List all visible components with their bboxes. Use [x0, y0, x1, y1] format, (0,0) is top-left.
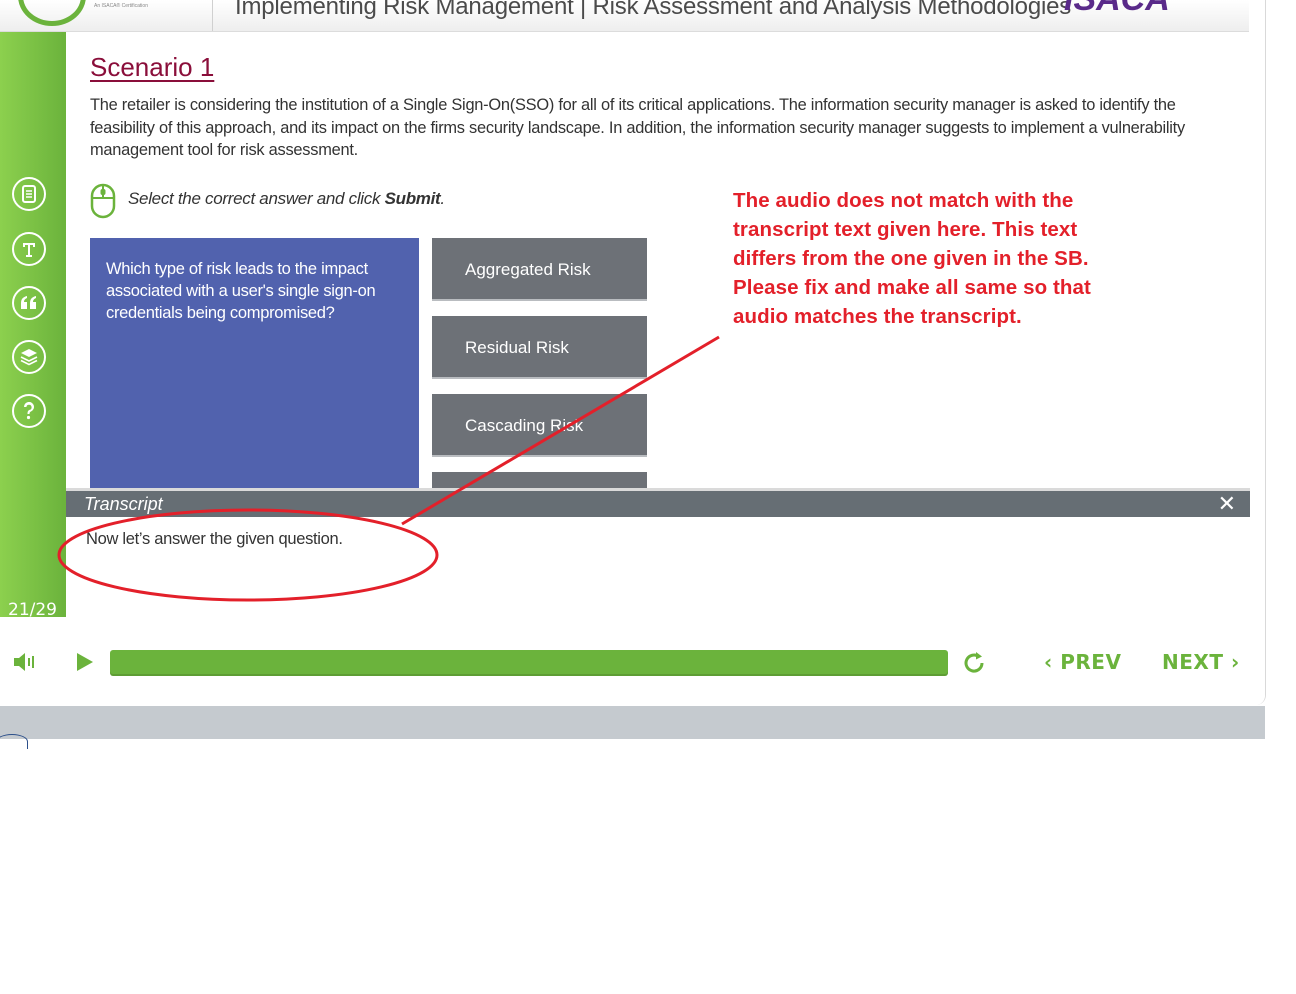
course-title: Implementing Risk Management | Risk Asse…: [235, 0, 1072, 20]
transcript-title: Transcript: [84, 494, 163, 514]
logo-subtext: An ISACA® Certification: [94, 3, 148, 9]
next-button[interactable]: NEXT ›: [1162, 650, 1240, 674]
chevron-right-icon: ›: [1230, 650, 1240, 674]
quote-icon[interactable]: [12, 286, 46, 320]
play-icon[interactable]: [75, 652, 95, 677]
prev-label: PREV: [1060, 650, 1122, 674]
help-icon[interactable]: [12, 394, 46, 428]
instruction-action: Submit: [384, 189, 441, 208]
question-card: Which type of risk leads to the impact a…: [90, 238, 419, 490]
instruction-text: Select the correct answer and click Subm…: [128, 189, 445, 209]
volume-icon[interactable]: [12, 651, 36, 678]
course-player: An ISACA® Certification Implementing Ris…: [0, 0, 1266, 705]
option-residual-risk[interactable]: Residual Risk: [432, 316, 647, 379]
option-cascading-risk[interactable]: Cascading Risk: [432, 394, 647, 457]
option-aggregated-risk[interactable]: Aggregated Risk: [432, 238, 647, 301]
close-icon[interactable]: ✕: [1218, 491, 1236, 516]
progress-bar[interactable]: [110, 650, 948, 676]
brand-logo: ISACA: [1064, 0, 1170, 19]
review-comment: The audio does not match with the transc…: [733, 189, 1091, 328]
resources-icon[interactable]: [12, 340, 46, 374]
course-header: An ISACA® Certification Implementing Ris…: [0, 0, 1249, 32]
scenario-title: Scenario 1: [90, 52, 215, 82]
prev-button[interactable]: ‹ PREV: [1044, 650, 1121, 674]
header-divider: [212, 0, 213, 31]
logo-ring: [18, 0, 86, 26]
transcript-header: Transcript ✕: [66, 488, 1250, 517]
circle-fragment: [0, 734, 28, 749]
replay-icon[interactable]: [961, 650, 987, 681]
transcript-panel: Now let’s answer the given question.: [66, 517, 1250, 617]
chevron-left-icon: ‹: [1044, 650, 1053, 674]
instruction-suffix: .: [440, 189, 445, 208]
sidebar: 21/29: [0, 32, 66, 620]
transcript-text: Now let’s answer the given question.: [86, 530, 343, 548]
instruction-prefix: Select the correct answer and click: [128, 189, 385, 208]
text-icon[interactable]: [12, 232, 46, 266]
next-label: NEXT: [1162, 650, 1224, 674]
mouse-icon: [90, 183, 116, 224]
glossary-icon[interactable]: [12, 177, 46, 211]
scenario-description: The retailer is considering the institut…: [90, 96, 1185, 159]
window-footer: [0, 706, 1265, 739]
